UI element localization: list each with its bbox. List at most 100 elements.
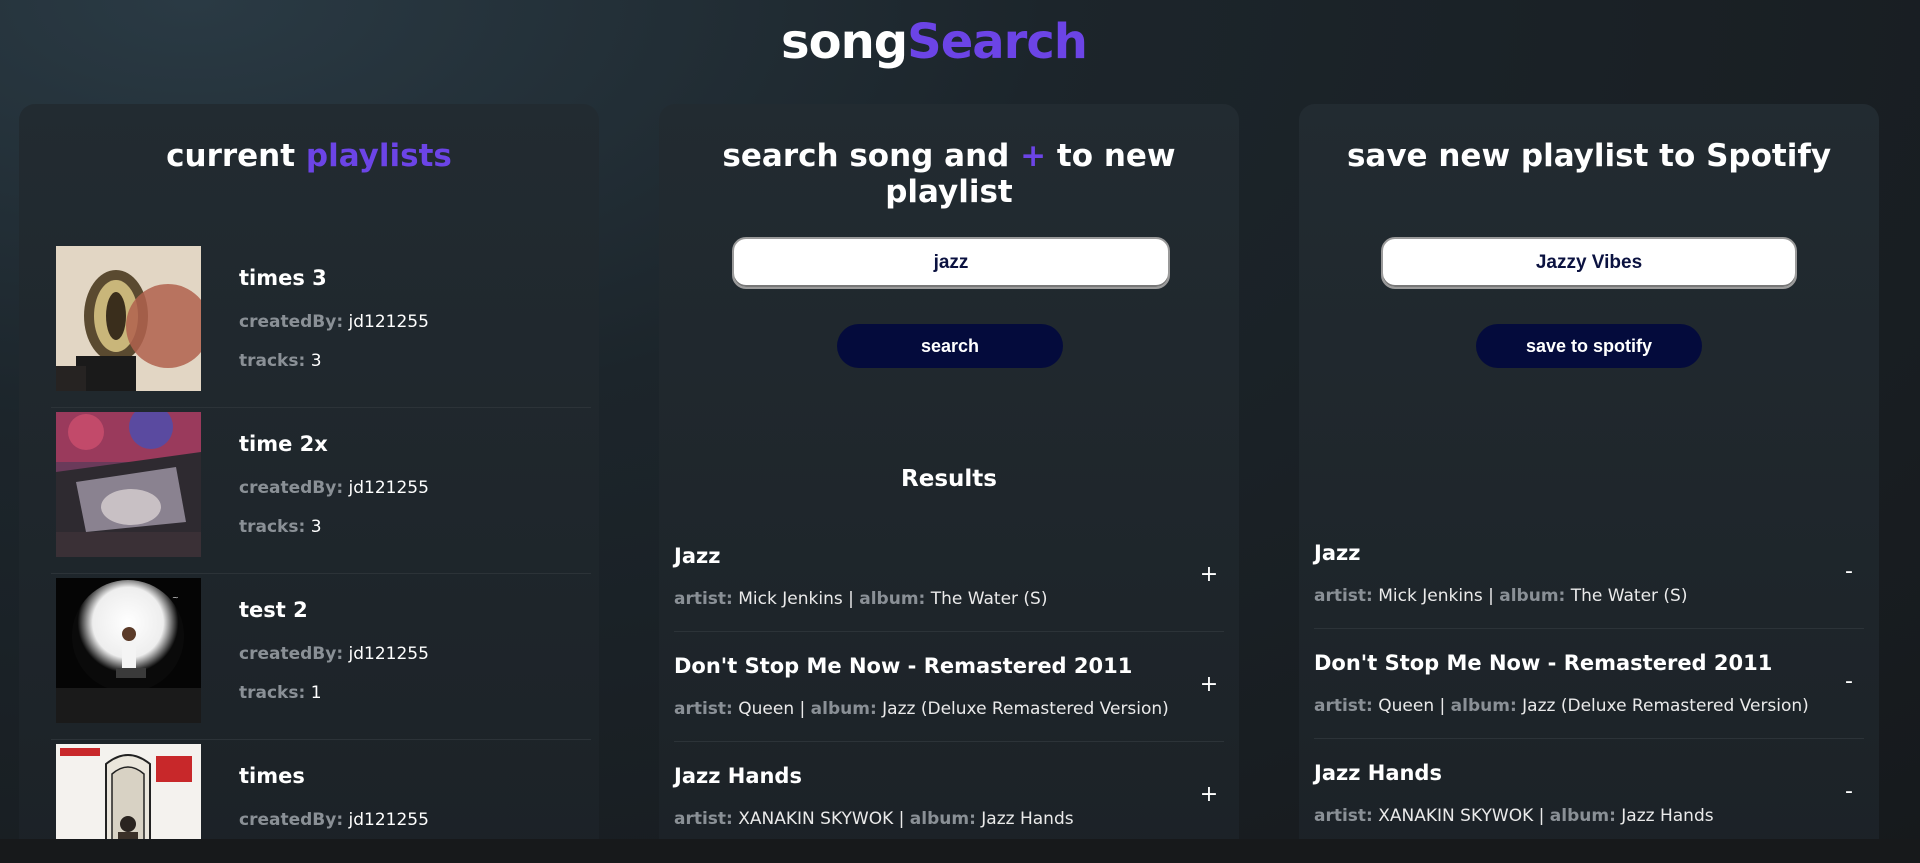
result-track-name: Don't Stop Me Now - Remastered 2011 [674, 654, 1133, 678]
add-track-button[interactable]: + [1196, 562, 1222, 588]
app-title-part1: song [781, 14, 908, 70]
created-by-value: jd121255 [348, 644, 429, 664]
created-by-label: createdBy: [239, 810, 344, 830]
artist-value: XANAKIN SKYWOK [738, 809, 894, 829]
playlists-panel: current playlists times 3 createdBy: jd1… [19, 104, 599, 863]
artist-label: artist: [1314, 696, 1373, 716]
playlist-name: times [239, 764, 305, 788]
artist-value: Mick Jenkins [738, 589, 843, 609]
search-input[interactable] [732, 237, 1170, 289]
results-title: Results [901, 466, 997, 492]
playlist-item[interactable]: times 3 createdBy: jd121255 tracks: 3 [51, 242, 591, 408]
tracks-value: 3 [310, 517, 322, 537]
playlist-track-name: Jazz [1314, 541, 1361, 565]
search-title-plus: + [1020, 138, 1047, 174]
album-label: album: [810, 699, 877, 719]
search-panel-title: search song and + to new playlist [659, 138, 1239, 210]
album-label: album: [1499, 586, 1566, 606]
playlist-item[interactable]: ~ test 2 createdBy: jd121255 tracks: 1 [51, 574, 591, 740]
save-panel-title: save new playlist to Spotify [1346, 138, 1832, 174]
playlist-name: times 3 [239, 266, 327, 290]
album-label: album: [1450, 696, 1517, 716]
artist-label: artist: [674, 809, 733, 829]
tracks-label: tracks: [239, 517, 306, 537]
result-track-name: Jazz [674, 544, 721, 568]
playlist-track-meta: artist: XANAKIN SKYWOK | album: Jazz Han… [1314, 806, 1714, 826]
artist-value: XANAKIN SKYWOK [1378, 806, 1534, 826]
search-results-list: Jazz artist: Mick Jenkins | album: The W… [674, 522, 1224, 852]
artist-label: artist: [674, 589, 733, 609]
remove-track-button[interactable]: - [1836, 669, 1862, 695]
tracks-label: tracks: [239, 351, 306, 371]
app-title: songSearch [0, 14, 1868, 70]
playlist-track-count: tracks: 3 [239, 351, 322, 371]
artist-value: Mick Jenkins [1378, 586, 1483, 606]
playlist-track-row: Don't Stop Me Now - Remastered 2011 arti… [1314, 629, 1864, 739]
playlist-track-row: Jazz artist: Mick Jenkins | album: The W… [1314, 519, 1864, 629]
created-by-label: createdBy: [239, 312, 344, 332]
search-title-part1: search song and [722, 138, 1010, 174]
playlists-panel-title: current playlists [19, 138, 599, 174]
save-panel: save new playlist to Spotify save to spo… [1299, 104, 1879, 863]
album-value: Jazz (Deluxe Remastered Version) [1522, 696, 1809, 716]
playlist-track-meta: artist: Queen | album: Jazz (Deluxe Rema… [1314, 696, 1809, 716]
playlist-track-meta: artist: Mick Jenkins | album: The Water … [1314, 586, 1688, 606]
result-row: Jazz Hands artist: XANAKIN SKYWOK | albu… [674, 742, 1224, 852]
artist-value: Queen [738, 699, 795, 719]
result-row: Jazz artist: Mick Jenkins | album: The W… [674, 522, 1224, 632]
playlist-track-count: tracks: 3 [239, 517, 322, 537]
playlist-created-by: createdBy: jd121255 [239, 312, 429, 332]
result-track-name: Jazz Hands [674, 764, 802, 788]
bottom-bar [0, 839, 1920, 863]
playlist-track-name: Don't Stop Me Now - Remastered 2011 [1314, 651, 1773, 675]
playlist-created-by: createdBy: jd121255 [239, 810, 429, 830]
artist-label: artist: [1314, 806, 1373, 826]
playlist-created-by: createdBy: jd121255 [239, 478, 429, 498]
app-title-part2: Search [907, 14, 1088, 70]
album-value: Jazz Hands [981, 809, 1074, 829]
playlist-cover-image [56, 412, 201, 557]
add-track-button[interactable]: + [1196, 672, 1222, 698]
album-value: The Water (S) [1570, 586, 1688, 606]
playlist-item[interactable]: time 2x createdBy: jd121255 tracks: 3 [51, 408, 591, 574]
playlist-track-name: Jazz Hands [1314, 761, 1442, 785]
created-by-label: createdBy: [239, 478, 344, 498]
playlist-track-count: tracks: 1 [239, 683, 322, 703]
created-by-value: jd121255 [348, 810, 429, 830]
album-value: The Water (S) [930, 589, 1048, 609]
playlist-cover-image: ~ [56, 578, 201, 723]
created-by-label: createdBy: [239, 644, 344, 664]
created-by-value: jd121255 [348, 312, 429, 332]
playlist-cover-image [56, 246, 201, 391]
created-by-value: jd121255 [348, 478, 429, 498]
svg-text:~: ~ [172, 593, 179, 602]
playlist-list: times 3 createdBy: jd121255 tracks: 3 ti… [51, 242, 591, 863]
playlists-title-part1: current [166, 138, 296, 174]
tracks-label: tracks: [239, 683, 306, 703]
result-track-meta: artist: Mick Jenkins | album: The Water … [674, 589, 1048, 609]
album-label: album: [1549, 806, 1616, 826]
app-page: songSearch current playlists times 3 cre… [0, 0, 1920, 863]
tracks-value: 1 [310, 683, 322, 703]
remove-track-button[interactable]: - [1836, 779, 1862, 805]
album-value: Jazz Hands [1621, 806, 1714, 826]
playlist-created-by: createdBy: jd121255 [239, 644, 429, 664]
remove-track-button[interactable]: - [1836, 559, 1862, 585]
playlist-name: time 2x [239, 432, 328, 456]
search-panel: search song and + to new playlist search… [659, 104, 1239, 863]
search-button[interactable]: search [837, 324, 1063, 368]
new-playlist-track-list: Jazz artist: Mick Jenkins | album: The W… [1314, 519, 1864, 849]
album-value: Jazz (Deluxe Remastered Version) [882, 699, 1169, 719]
result-track-meta: artist: XANAKIN SKYWOK | album: Jazz Han… [674, 809, 1074, 829]
result-row: Don't Stop Me Now - Remastered 2011 arti… [674, 632, 1224, 742]
playlist-name: test 2 [239, 598, 308, 622]
artist-label: artist: [1314, 586, 1373, 606]
playlist-track-row: Jazz Hands artist: XANAKIN SKYWOK | albu… [1314, 739, 1864, 849]
artist-value: Queen [1378, 696, 1435, 716]
result-track-meta: artist: Queen | album: Jazz (Deluxe Rema… [674, 699, 1169, 719]
playlists-title-part2: playlists [305, 138, 452, 174]
save-to-spotify-button[interactable]: save to spotify [1476, 324, 1702, 368]
playlist-name-input[interactable] [1381, 237, 1797, 289]
add-track-button[interactable]: + [1196, 782, 1222, 808]
tracks-value: 3 [310, 351, 322, 371]
